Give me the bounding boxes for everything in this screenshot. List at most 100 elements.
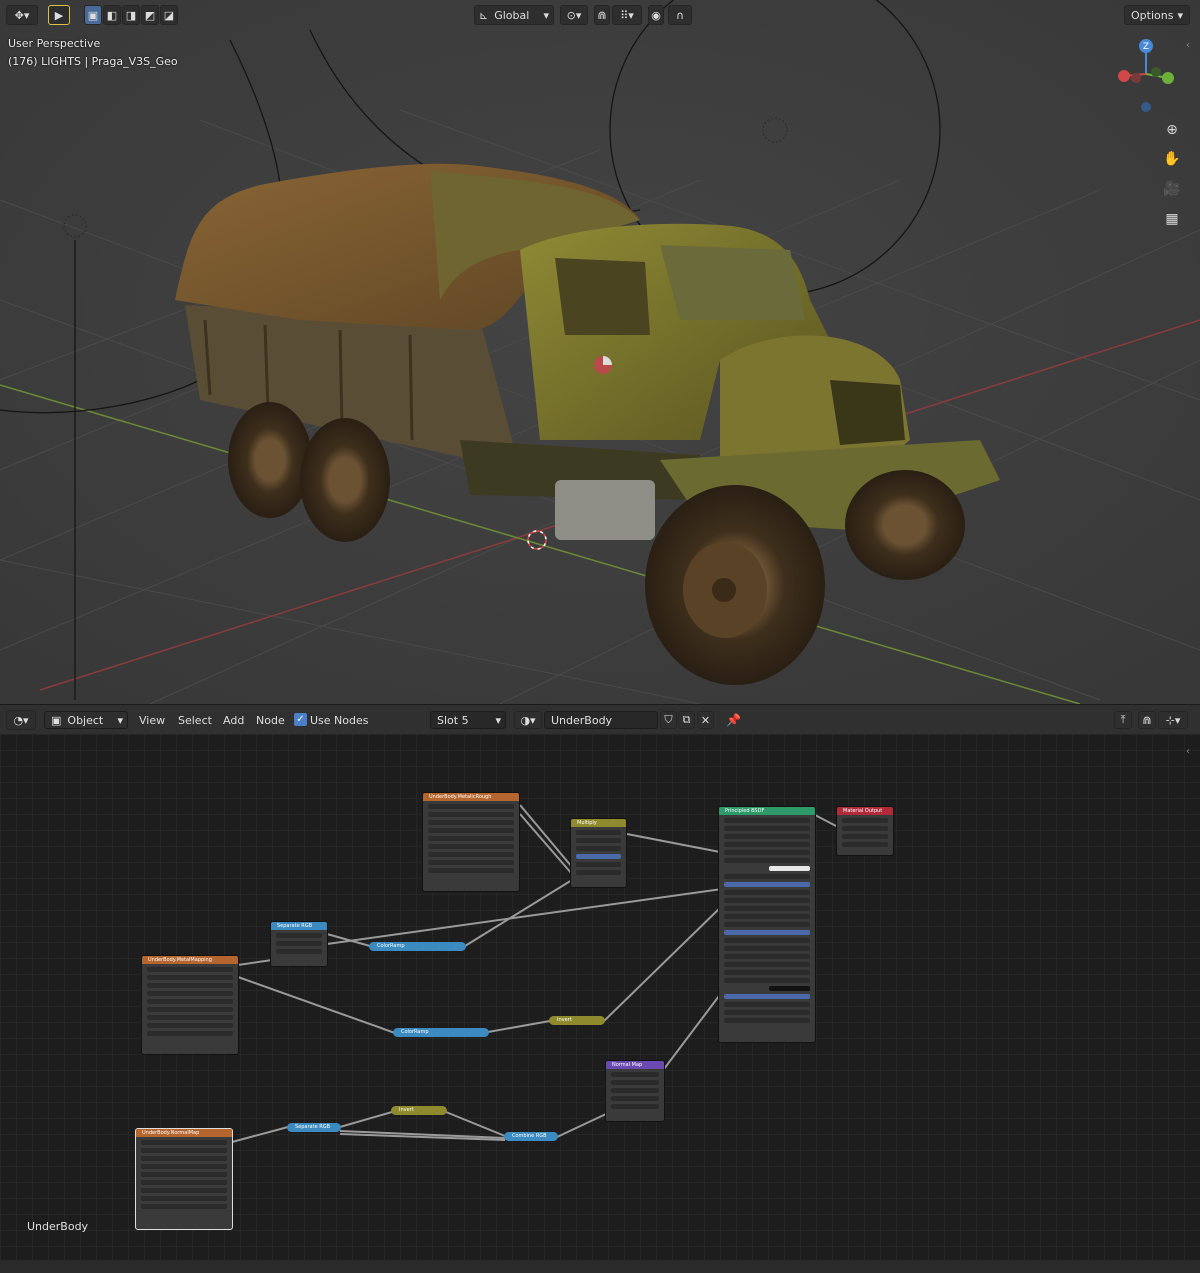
object-cube-icon: ▣ xyxy=(51,713,62,727)
principled-bsdf-node[interactable]: Principled BSDF xyxy=(718,806,816,1043)
menu-select[interactable]: Select xyxy=(178,714,212,727)
color-ramp-node-collapsed[interactable]: ColorRamp xyxy=(369,942,466,951)
node-title: UnderBody.MetalMapping xyxy=(142,956,238,964)
shield-icon: ⛉ xyxy=(664,713,673,726)
material-name-overlay: UnderBody xyxy=(27,1220,89,1233)
magnet-icon: ⋒ xyxy=(597,8,607,22)
select-box-icon: ▣ xyxy=(87,8,99,22)
object-info-label: (176) LIGHTS | Praga_V3S_Geo xyxy=(8,55,178,68)
slot-dropdown[interactable]: Slot 5 ▾ xyxy=(430,711,506,729)
pin-icon[interactable]: 📌 xyxy=(726,713,741,727)
node-editor-type-button[interactable]: ◔▾ xyxy=(6,710,36,730)
magnet-icon: ⋒ xyxy=(1142,713,1152,727)
copy-icon: ⧉ xyxy=(682,713,691,726)
pan-button[interactable]: ✋ xyxy=(1159,146,1185,172)
node-editor-canvas[interactable]: UnderBody.MetalicRough Multiply Principl… xyxy=(0,734,1200,1260)
pivot-point-dropdown[interactable]: ⊙▾ xyxy=(560,5,588,25)
image-texture-node-normal-map[interactable]: UnderBody.NormalMap xyxy=(135,1128,233,1230)
select-mode-invert-button[interactable]: ◩ xyxy=(141,5,159,25)
sidebar-toggle-icon[interactable]: ‹ xyxy=(1186,746,1190,757)
material-name-field[interactable]: UnderBody xyxy=(544,711,658,729)
proportional-edit-toggle[interactable]: ◉ xyxy=(648,5,664,25)
orientation-icon: ⊾ xyxy=(479,8,489,22)
material-name-value: UnderBody xyxy=(551,713,613,727)
options-label: Options xyxy=(1131,8,1174,22)
image-texture-node-metal-rough[interactable]: UnderBody.MetalicRough xyxy=(422,792,520,892)
editor-type-button[interactable]: ✥▾ xyxy=(6,5,38,25)
gizmo-z-label: Z xyxy=(1143,42,1149,52)
normal-map-node[interactable]: Normal Map xyxy=(605,1060,665,1122)
fake-user-button[interactable]: ⛉ xyxy=(660,711,677,729)
parent-node-tree-button[interactable]: ⤒ xyxy=(1114,711,1132,729)
3d-viewport[interactable]: ✥▾ ▶ ▣ ◧ ◨ ◩ ◪ ⊾ Global ▾ ⊙▾ ⋒ ⠿▾ ◉ ∩ Op… xyxy=(0,0,1200,704)
separate-rgb-node[interactable]: Separate RGB xyxy=(270,921,328,967)
material-sphere-icon: ◑▾ xyxy=(520,713,536,727)
image-texture-node-metal-mapping[interactable]: UnderBody.MetalMapping xyxy=(141,955,239,1055)
sidebar-toggle-icon[interactable]: ‹ xyxy=(1186,40,1190,51)
falloff-curve-icon: ∩ xyxy=(675,8,685,22)
node-editor-header: ◔▾ ▣ Object ▾ View Select Add Node ✓ Use… xyxy=(0,704,1200,734)
camera-icon: 🎥 xyxy=(1163,181,1181,197)
mix-rgb-node[interactable]: Multiply xyxy=(570,818,627,888)
navigation-gizmo[interactable]: Z xyxy=(1108,36,1188,116)
node-title: UnderBody.NormalMap xyxy=(136,1129,232,1137)
cursor-arrow-icon: ▶ xyxy=(54,8,64,22)
menu-add[interactable]: Add xyxy=(223,714,244,727)
hand-icon: ✋ xyxy=(1163,151,1181,167)
invert-node-collapsed-2[interactable]: Invert xyxy=(391,1106,447,1115)
magnifier-icon: ⊕ xyxy=(1166,122,1178,138)
color-ramp-node-collapsed-2[interactable]: ColorRamp xyxy=(393,1028,489,1037)
material-output-node[interactable]: Material Output xyxy=(836,806,894,856)
material-browse-button[interactable]: ◑▾ xyxy=(514,711,542,729)
use-nodes-checkbox[interactable]: ✓ xyxy=(294,713,307,726)
select-mode-subtract-button[interactable]: ◨ xyxy=(122,5,140,25)
view-name-label: User Perspective xyxy=(8,37,101,50)
snap-grid-icon: ⠿▾ xyxy=(620,8,634,22)
select-invert-icon: ◩ xyxy=(144,8,156,22)
select-tool-button[interactable]: ▶ xyxy=(48,5,70,25)
chevron-down-icon: ▾ xyxy=(1177,8,1183,22)
menu-view[interactable]: View xyxy=(139,714,165,727)
unlink-material-button[interactable]: ✕ xyxy=(697,711,714,729)
select-extend-icon: ◧ xyxy=(106,8,118,22)
select-intersect-icon: ◪ xyxy=(163,8,175,22)
snap-node-toggle[interactable]: ⋒ xyxy=(1138,711,1156,729)
node-title: Multiply xyxy=(571,819,626,827)
transform-orientation-dropdown[interactable]: ⊾ Global ▾ xyxy=(474,5,554,25)
chevron-down-icon: ▾ xyxy=(543,8,549,22)
arrow-up-icon: ⤒ xyxy=(1120,713,1126,726)
select-mode-new-button[interactable]: ▣ xyxy=(84,5,102,25)
invert-node-collapsed[interactable]: Invert xyxy=(549,1016,605,1025)
viewport-header: ✥▾ ▶ ▣ ◧ ◨ ◩ ◪ ⊾ Global ▾ ⊙▾ ⋒ ⠿▾ ◉ ∩ Op… xyxy=(0,0,1200,30)
select-mode-extend-button[interactable]: ◧ xyxy=(103,5,121,25)
node-title: UnderBody.MetalicRough xyxy=(423,793,519,801)
proportional-edit-icon: ◉ xyxy=(651,8,661,22)
options-dropdown[interactable]: Options ▾ xyxy=(1124,5,1190,25)
transform-orientation-label: Global xyxy=(494,8,530,22)
use-nodes-label: Use Nodes xyxy=(310,714,369,727)
separate-rgb-node-collapsed[interactable]: Separate RGB xyxy=(287,1123,341,1132)
viewport-scene[interactable] xyxy=(0,0,1200,704)
combine-rgb-node-collapsed[interactable]: Combine RGB xyxy=(504,1132,558,1141)
pivot-icon: ⊙▾ xyxy=(566,8,582,22)
snap-node-element-dropdown[interactable]: ⊹▾ xyxy=(1158,711,1188,729)
snap-toggle[interactable]: ⋒ xyxy=(594,5,610,25)
shader-type-label: Object xyxy=(67,713,104,727)
zoom-button[interactable]: ⊕ xyxy=(1159,117,1185,143)
falloff-dropdown[interactable]: ∩ xyxy=(668,5,692,25)
chevron-down-icon: ▾ xyxy=(495,713,501,727)
snap-target-dropdown[interactable]: ⠿▾ xyxy=(612,5,642,25)
shader-type-dropdown[interactable]: ▣ Object ▾ xyxy=(44,711,128,729)
menu-node[interactable]: Node xyxy=(256,714,285,727)
transform-gizmo-icon: ✥▾ xyxy=(14,8,30,22)
select-subtract-icon: ◨ xyxy=(125,8,137,22)
perspective-toggle-button[interactable]: ▦ xyxy=(1159,206,1185,232)
select-mode-intersect-button[interactable]: ◪ xyxy=(160,5,178,25)
slot-label: Slot 5 xyxy=(437,713,469,727)
node-title: Normal Map xyxy=(606,1061,664,1069)
camera-view-button[interactable]: 🎥 xyxy=(1159,176,1185,202)
duplicate-material-button[interactable]: ⧉ xyxy=(678,711,695,729)
close-icon: ✕ xyxy=(700,713,711,727)
node-title: Separate RGB xyxy=(271,922,327,930)
node-title: Principled BSDF xyxy=(719,807,815,815)
